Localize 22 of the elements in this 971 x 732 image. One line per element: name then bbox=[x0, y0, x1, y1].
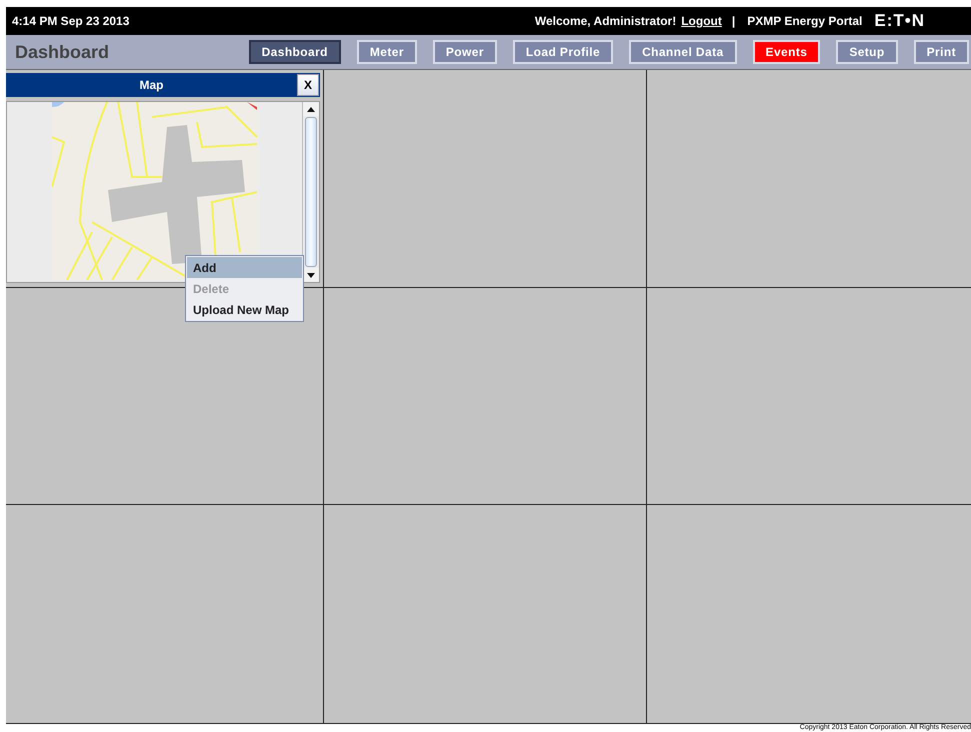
close-button[interactable]: X bbox=[297, 74, 319, 96]
nav-button[interactable]: Dashboard bbox=[248, 40, 341, 64]
welcome-text: Welcome, Administrator! bbox=[534, 14, 676, 28]
nav-button[interactable]: Setup bbox=[836, 40, 898, 64]
scroll-up-icon[interactable] bbox=[307, 106, 315, 112]
nav-button[interactable]: Events bbox=[752, 40, 820, 64]
separator: | bbox=[732, 14, 736, 28]
nav-button[interactable]: Power bbox=[432, 40, 497, 64]
nav-button[interactable]: Load Profile bbox=[512, 40, 614, 64]
scroll-down-icon[interactable] bbox=[307, 272, 315, 278]
panel-title: Map bbox=[138, 78, 164, 92]
page-title: Dashboard bbox=[15, 42, 110, 62]
menu-item[interactable]: Add bbox=[187, 257, 302, 278]
nav-button[interactable]: Print bbox=[914, 40, 969, 64]
date-time: 4:14 PM Sep 23 2013 bbox=[12, 14, 130, 28]
menu-item[interactable]: Upload New Map bbox=[187, 299, 302, 320]
nav-button[interactable]: Meter bbox=[356, 40, 417, 64]
logout-link[interactable]: Logout bbox=[681, 14, 722, 28]
nav-button[interactable]: Channel Data bbox=[629, 40, 737, 64]
scrollbar[interactable] bbox=[302, 102, 319, 282]
logo: E:T•N bbox=[874, 11, 925, 31]
portal-name: PXMP Energy Portal bbox=[747, 14, 862, 28]
